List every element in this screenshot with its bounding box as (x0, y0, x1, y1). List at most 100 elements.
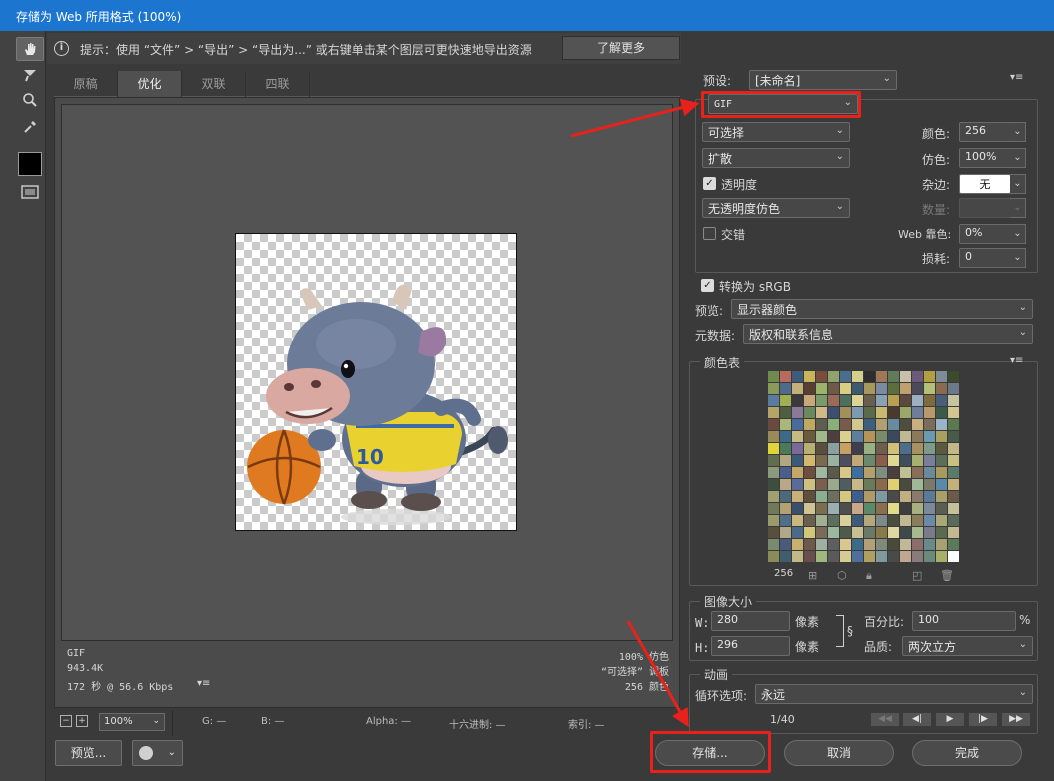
color-swatch[interactable] (948, 443, 959, 454)
zoom-tool-icon[interactable] (16, 88, 44, 112)
color-swatch[interactable] (780, 539, 791, 550)
width-input[interactable]: 280 (711, 611, 790, 631)
color-swatch[interactable] (780, 419, 791, 430)
color-swatch[interactable] (876, 443, 887, 454)
color-swatch[interactable] (924, 371, 935, 382)
color-swatch[interactable] (840, 407, 851, 418)
color-swatch[interactable] (900, 503, 911, 514)
color-swatch[interactable] (888, 515, 899, 526)
color-swatch[interactable] (936, 503, 947, 514)
color-swatch[interactable] (864, 455, 875, 466)
color-swatch[interactable] (828, 395, 839, 406)
color-swatch[interactable] (924, 503, 935, 514)
eyedropper-color-swatch[interactable] (18, 152, 42, 176)
color-swatch[interactable] (792, 383, 803, 394)
color-swatch[interactable] (900, 551, 911, 562)
color-swatch[interactable] (792, 407, 803, 418)
done-button[interactable]: 完成 (912, 740, 1022, 766)
last-frame-button[interactable]: ▶▶ (1001, 712, 1031, 727)
color-swatch[interactable] (924, 479, 935, 490)
color-swatch[interactable] (864, 419, 875, 430)
color-swatch[interactable] (864, 503, 875, 514)
color-swatch[interactable] (780, 443, 791, 454)
color-swatch[interactable] (768, 551, 779, 562)
color-swatch[interactable] (900, 467, 911, 478)
color-swatch[interactable] (840, 503, 851, 514)
first-frame-button[interactable]: ◀◀ (870, 712, 900, 727)
color-swatch[interactable] (936, 479, 947, 490)
color-swatch[interactable] (864, 443, 875, 454)
color-swatch[interactable] (804, 407, 815, 418)
color-swatch[interactable] (864, 491, 875, 502)
play-button[interactable]: ▶ (935, 712, 965, 727)
color-swatch[interactable] (792, 371, 803, 382)
color-swatch[interactable] (828, 455, 839, 466)
color-swatch[interactable] (816, 515, 827, 526)
color-swatch[interactable] (888, 395, 899, 406)
color-swatch[interactable] (768, 431, 779, 442)
color-swatch[interactable] (816, 551, 827, 562)
color-swatch[interactable] (876, 407, 887, 418)
preview-in-browser-button[interactable]: 预览... (55, 740, 122, 766)
color-swatch[interactable] (900, 515, 911, 526)
color-swatch[interactable] (864, 467, 875, 478)
color-swatch[interactable] (780, 527, 791, 538)
color-swatch[interactable] (816, 443, 827, 454)
slice-select-tool-icon[interactable] (16, 63, 44, 87)
color-swatch[interactable] (852, 479, 863, 490)
zoom-level-select[interactable]: 100% ⌄ (99, 713, 165, 731)
color-swatch[interactable] (780, 479, 791, 490)
color-swatch[interactable] (912, 491, 923, 502)
color-swatch[interactable] (948, 395, 959, 406)
color-swatch[interactable] (912, 503, 923, 514)
color-swatch[interactable] (768, 467, 779, 478)
new-color-icon[interactable]: ◰ (912, 569, 922, 582)
color-swatch[interactable] (852, 383, 863, 394)
tab-original[interactable]: 原稿 (54, 71, 118, 97)
color-swatch[interactable] (876, 515, 887, 526)
color-swatch[interactable] (840, 515, 851, 526)
color-swatch[interactable] (948, 431, 959, 442)
color-swatch[interactable] (792, 467, 803, 478)
color-swatch[interactable] (888, 383, 899, 394)
previous-frame-button[interactable]: ◀| (902, 712, 932, 727)
color-swatch[interactable] (816, 455, 827, 466)
matte-dropdown[interactable]: ⌄ (1010, 174, 1026, 194)
color-swatch[interactable] (912, 407, 923, 418)
color-swatch[interactable] (888, 551, 899, 562)
color-swatch[interactable] (816, 539, 827, 550)
color-swatch[interactable] (804, 515, 815, 526)
zoom-in-button[interactable]: + (76, 715, 88, 727)
color-swatch[interactable] (912, 551, 923, 562)
color-swatch[interactable] (924, 527, 935, 538)
color-swatch[interactable] (768, 383, 779, 394)
colors-dropdown[interactable]: ⌄ (1010, 122, 1026, 142)
color-swatch[interactable] (852, 407, 863, 418)
color-swatch[interactable] (900, 431, 911, 442)
color-swatch[interactable] (936, 455, 947, 466)
color-swatch[interactable] (936, 551, 947, 562)
color-swatch[interactable] (780, 551, 791, 562)
color-swatch[interactable] (864, 527, 875, 538)
color-swatch[interactable] (924, 431, 935, 442)
color-swatch[interactable] (780, 407, 791, 418)
color-table-menu-icon[interactable]: ▾≡ (1010, 355, 1023, 366)
color-swatch[interactable] (888, 419, 899, 430)
color-swatch[interactable] (900, 443, 911, 454)
color-swatch[interactable] (804, 371, 815, 382)
color-swatch[interactable] (828, 527, 839, 538)
color-swatch[interactable] (804, 419, 815, 430)
color-swatch[interactable] (876, 479, 887, 490)
color-swatch[interactable] (888, 371, 899, 382)
color-swatch[interactable] (768, 395, 779, 406)
color-swatch[interactable] (780, 371, 791, 382)
convert-srgb-checkbox[interactable]: ✓ (701, 279, 714, 292)
quality-select[interactable]: 两次立方 ⌄ (902, 636, 1033, 656)
toggle-slices-icon[interactable] (16, 180, 44, 204)
color-swatch[interactable] (924, 395, 935, 406)
color-swatch[interactable] (792, 551, 803, 562)
color-swatch[interactable] (888, 503, 899, 514)
color-swatch[interactable] (912, 419, 923, 430)
color-swatch[interactable] (840, 395, 851, 406)
color-swatch[interactable] (792, 491, 803, 502)
